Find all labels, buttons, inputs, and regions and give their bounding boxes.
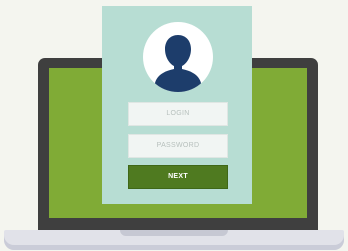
next-button[interactable]: NEXT <box>128 165 228 189</box>
login-field[interactable]: LOGIN <box>128 102 228 126</box>
user-silhouette-icon <box>155 35 201 92</box>
login-card: LOGIN PASSWORD NEXT <box>102 6 252 204</box>
laptop-notch <box>120 230 228 236</box>
password-field[interactable]: PASSWORD <box>128 134 228 158</box>
avatar <box>143 22 213 92</box>
